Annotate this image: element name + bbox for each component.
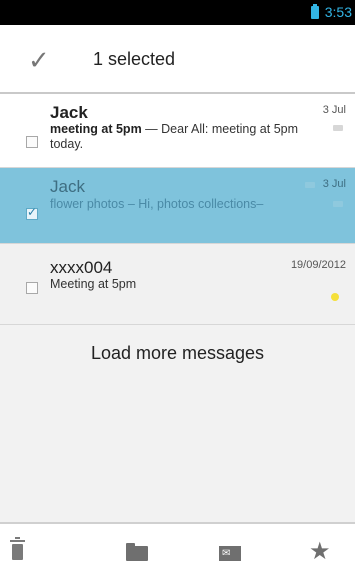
message-date: 19/09/2012 (290, 259, 346, 271)
message-snippet: flower photos – Hi, photos collections– (50, 197, 312, 212)
star-button[interactable]: ★ (264, 524, 352, 578)
message-row[interactable]: Jack 3 Jul flower photos – Hi, photos co… (0, 168, 355, 244)
star-icon: ★ (309, 538, 331, 565)
delete-button[interactable] (0, 524, 88, 578)
message-snippet: Meeting at 5pm (50, 277, 315, 292)
message-row[interactable]: xxxx004 19/09/2012 Meeting at 5pm (0, 244, 355, 325)
message-snippet: meeting at 5pm — Dear All: meeting at 5p… (50, 122, 315, 152)
message-sender: Jack (50, 177, 85, 196)
message-date: 3 Jul (322, 178, 346, 190)
selection-action-bar: ✓ 1 selected (0, 25, 355, 94)
message-date: 3 Jul (322, 104, 346, 116)
label-icon (333, 201, 343, 207)
subject-separator: — (141, 122, 162, 136)
trash-icon (10, 537, 25, 560)
mail-icon: ✉ (219, 546, 241, 561)
message-preview: Meeting at 5pm (50, 277, 137, 291)
select-checkbox[interactable] (26, 136, 38, 148)
message-subject: meeting at 5pm (50, 122, 142, 136)
message-list: Jack 3 Jul meeting at 5pm — Dear All: me… (0, 94, 355, 325)
select-checkbox[interactable] (26, 282, 38, 294)
message-sender: Jack (50, 103, 88, 122)
selection-count: 1 selected (93, 49, 176, 69)
label-icon (333, 125, 343, 131)
message-sender: xxxx004 (50, 258, 113, 277)
mark-unread-button[interactable]: ✉ (176, 524, 264, 578)
checkmark-icon[interactable]: ✓ (28, 45, 50, 76)
folder-icon (126, 543, 148, 561)
message-preview: Hi, photos collections– (138, 197, 264, 211)
load-more-messages-button[interactable]: Load more messages (0, 343, 355, 364)
battery-icon (311, 4, 319, 19)
bottom-action-bar: ✉ ★ (0, 522, 355, 578)
status-time: 3:53 (324, 4, 352, 20)
message-subject: flower photos (50, 197, 125, 211)
move-to-folder-button[interactable] (88, 524, 176, 578)
star-indicator-icon[interactable] (331, 293, 339, 301)
label-icon (305, 182, 315, 188)
select-checkbox[interactable] (26, 205, 38, 220)
subject-separator: – (124, 197, 139, 211)
status-bar: 3:53 (0, 0, 355, 25)
message-row[interactable]: Jack 3 Jul meeting at 5pm — Dear All: me… (0, 94, 355, 168)
